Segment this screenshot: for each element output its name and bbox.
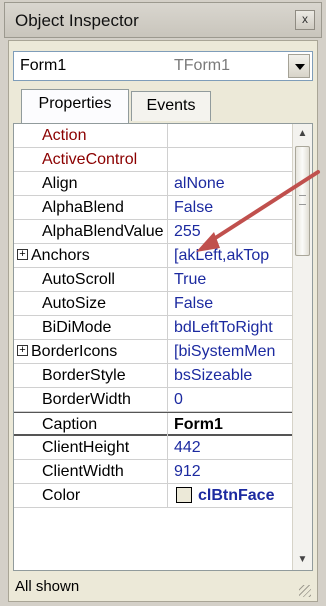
property-row[interactable]: AlphaBlendValue 255 (14, 220, 292, 244)
property-value[interactable]: False (174, 199, 292, 217)
property-value[interactable]: False (174, 295, 292, 313)
property-value[interactable]: 0 (174, 391, 292, 409)
property-row[interactable]: AutoScroll True (14, 268, 292, 292)
property-name: ClientWidth (42, 463, 124, 480)
tab-properties[interactable]: Properties (21, 89, 129, 123)
property-row[interactable]: Action (14, 124, 292, 148)
property-name-cell: + Anchors (14, 244, 168, 267)
scroll-down-icon[interactable]: ▼ (293, 550, 312, 570)
color-swatch (176, 487, 192, 503)
property-name: ClientHeight (42, 439, 130, 456)
property-value[interactable]: clBtnFace (198, 487, 312, 505)
property-name: Anchors (31, 247, 90, 264)
property-name-cell: ClientWidth (14, 460, 168, 483)
property-row[interactable]: + Anchors [akLeft,akTop (14, 244, 292, 268)
title-bar[interactable]: Object Inspector x (4, 2, 322, 38)
property-value[interactable]: bsSizeable (174, 367, 292, 385)
property-name-cell: Action (14, 124, 168, 147)
property-row[interactable]: ActiveControl (14, 148, 292, 172)
property-row[interactable]: + BorderIcons [biSystemMen (14, 340, 292, 364)
resize-grip-icon[interactable] (299, 585, 311, 597)
inspector-body: Form1 TForm1 Properties Events ▲ ▼ Actio… (8, 40, 318, 602)
property-name: AutoScroll (42, 271, 115, 288)
property-name-cell: BorderWidth (14, 388, 168, 411)
inspector-tabs: Properties Events (13, 89, 313, 123)
property-name-cell: ClientHeight (14, 436, 168, 459)
property-name-cell: AlphaBlendValue (14, 220, 168, 243)
property-name-cell: AutoSize (14, 292, 168, 315)
chevron-down-icon[interactable] (288, 54, 310, 78)
property-row[interactable]: BiDiMode bdLeftToRight (14, 316, 292, 340)
scroll-up-icon[interactable]: ▲ (293, 124, 312, 144)
property-name: BorderWidth (42, 391, 131, 408)
property-name: BiDiMode (42, 319, 112, 336)
property-row[interactable]: AlphaBlend False (14, 196, 292, 220)
object-class: TForm1 (174, 57, 230, 74)
property-value[interactable]: True (174, 271, 292, 289)
property-row[interactable]: BorderStyle bsSizeable (14, 364, 292, 388)
property-row[interactable]: Caption Form1 (14, 412, 292, 436)
property-name: BorderStyle (42, 367, 126, 384)
close-button[interactable]: x (295, 10, 315, 30)
status-text: All shown (15, 578, 80, 595)
property-name: Align (42, 175, 78, 192)
property-name-cell: Caption (14, 413, 168, 436)
property-name: BorderIcons (31, 343, 118, 360)
property-row[interactable]: BorderWidth 0 (14, 388, 292, 412)
property-name-cell: ActiveControl (14, 148, 168, 171)
property-name: Action (42, 127, 87, 144)
property-name: ActiveControl (42, 151, 138, 168)
property-name-cell: Color (14, 484, 168, 507)
property-value[interactable]: [biSystemMen (174, 343, 292, 361)
property-grid: ▲ ▼ Action ActiveControl Align alNone AlphaB… (13, 123, 313, 571)
window-title: Object Inspector (15, 11, 139, 30)
property-value[interactable]: 912 (174, 463, 292, 481)
property-name-cell: AlphaBlend (14, 196, 168, 219)
property-name: AutoSize (42, 295, 107, 312)
property-value[interactable]: bdLeftToRight (174, 319, 292, 337)
property-name-cell: BiDiMode (14, 316, 168, 339)
property-name-cell: BorderStyle (14, 364, 168, 387)
scroll-thumb[interactable] (295, 146, 310, 256)
property-row[interactable]: AutoSize False (14, 292, 292, 316)
tab-events[interactable]: Events (131, 91, 211, 121)
property-row[interactable]: ClientWidth 912 (14, 460, 292, 484)
expand-plus-icon[interactable]: + (17, 249, 28, 260)
property-name-cell: AutoScroll (14, 268, 168, 291)
property-value[interactable]: Form1 (174, 416, 292, 434)
object-name: Form1 (20, 57, 67, 74)
property-name-cell: + BorderIcons (14, 340, 168, 363)
property-value[interactable]: 442 (174, 439, 292, 457)
property-row[interactable]: Align alNone (14, 172, 292, 196)
property-name: AlphaBlend (42, 199, 124, 216)
expand-plus-icon[interactable]: + (17, 345, 28, 356)
property-name-cell: Align (14, 172, 168, 195)
property-name: AlphaBlendValue (42, 223, 164, 240)
object-selector-dropdown[interactable]: Form1 TForm1 (13, 51, 313, 81)
property-row[interactable]: ClientHeight 442 (14, 436, 292, 460)
property-name: Color (42, 487, 81, 504)
property-value[interactable]: [akLeft,akTop (174, 247, 292, 265)
status-bar: All shown (13, 575, 313, 599)
property-value[interactable]: alNone (174, 175, 292, 193)
property-value[interactable]: 255 (174, 223, 292, 241)
property-name: Caption (42, 416, 98, 433)
object-inspector-window: Object Inspector x Form1 TForm1 Properti… (0, 0, 326, 606)
property-row[interactable]: Color clBtnFace (14, 484, 292, 508)
